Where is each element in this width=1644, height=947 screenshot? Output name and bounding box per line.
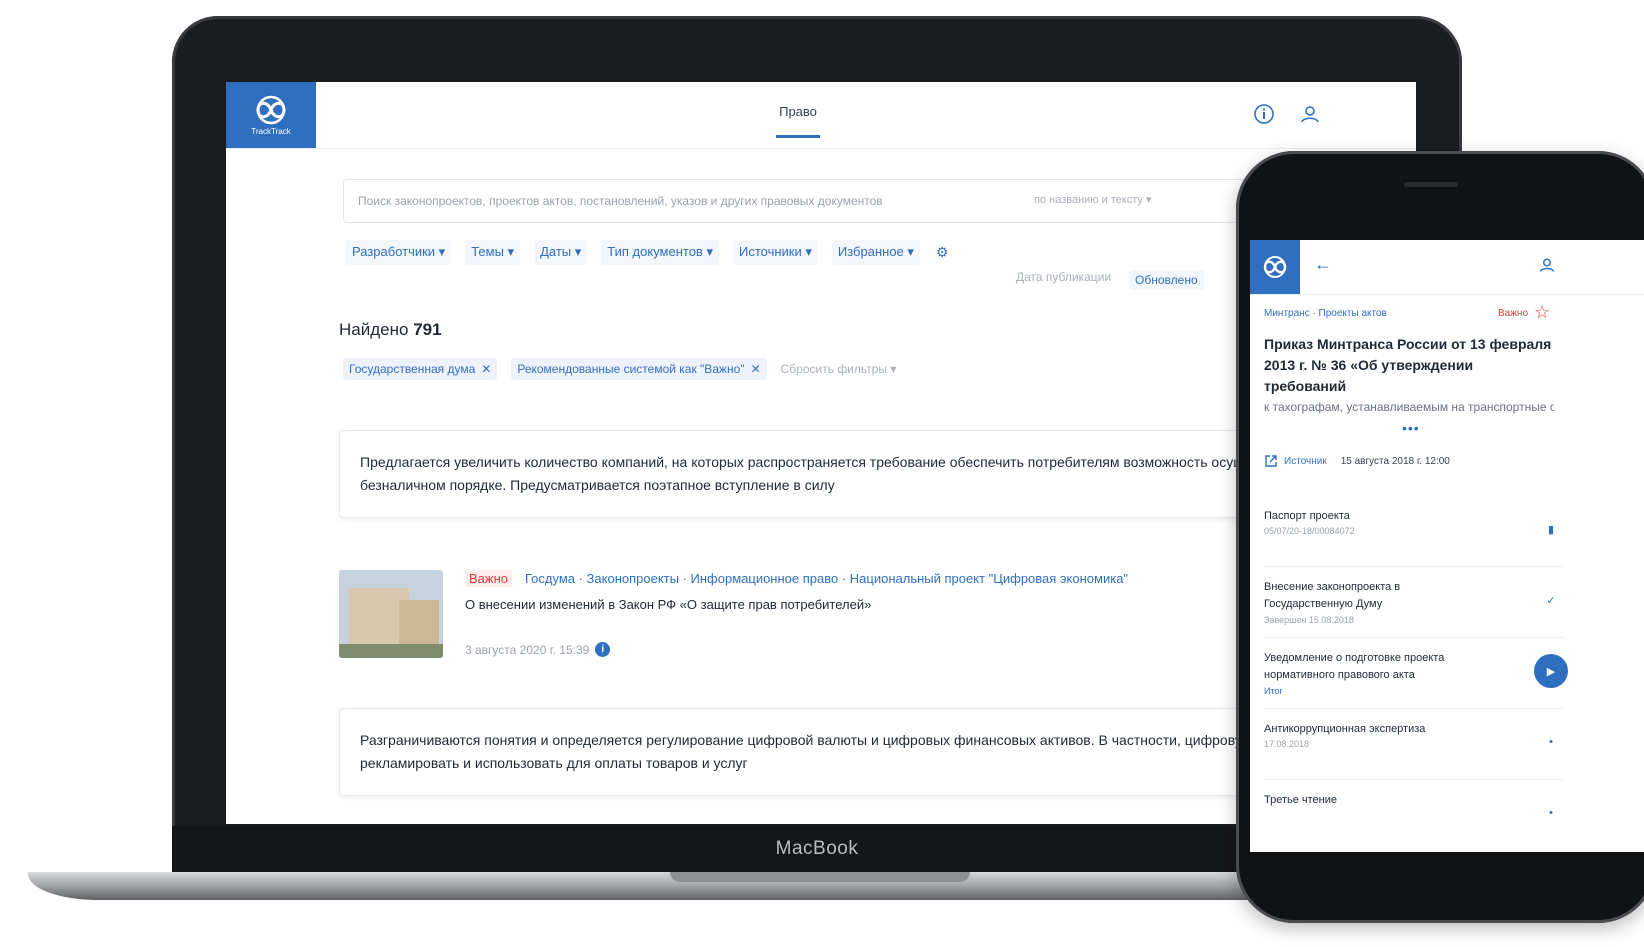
play-icon[interactable]: ▶ xyxy=(1534,654,1568,688)
item-date-row: 3 августа 2020 г. 15:39 i xyxy=(465,642,611,657)
mobile-breadcrumb[interactable]: Минтранс · Проекты актов xyxy=(1264,308,1387,319)
source-label: Источник xyxy=(1284,455,1327,467)
document-date: 15 августа 2018 г. 12:00 xyxy=(1340,455,1450,467)
document-subtitle: к тахографам, устанавливаемым на транспо… xyxy=(1264,400,1554,414)
filter-topics[interactable]: Темы ▾ xyxy=(465,240,521,265)
document-title: Приказ Минтранса России от 13 февраля 20… xyxy=(1264,336,1552,394)
pending-dot-icon: • xyxy=(1549,807,1553,819)
sort-label-date[interactable]: Дата публикации xyxy=(1016,270,1111,290)
mobile-app-screen: ← Минтранс · Проекты актов Важно ☆ Прика… xyxy=(1250,240,1644,852)
info-icon[interactable]: i xyxy=(595,642,611,657)
timeline-item-sub: 05/07/20-18/00084072 xyxy=(1264,526,1355,536)
reset-filters-button[interactable]: Сбросить фильтры ▾ xyxy=(781,362,897,376)
timeline-item[interactable]: Антикоррупционная экспертиза 17.08.2018 … xyxy=(1264,708,1564,779)
phone-speaker xyxy=(1404,182,1458,187)
close-icon[interactable]: ✕ xyxy=(751,362,761,376)
item-date: 3 августа 2020 г. 15:39 xyxy=(465,642,590,657)
item-breadcrumb[interactable]: Госдума · Законопроекты · Информационное… xyxy=(525,571,1128,586)
item-title[interactable]: О внесении изменений в Закон РФ «О защит… xyxy=(465,597,871,612)
filter-bar: Разработчики ▾ Темы ▾ Даты ▾ Тип докумен… xyxy=(346,240,950,265)
results-count: Найдено 791 xyxy=(339,320,442,340)
filter-tag-label: Рекомендованные системой как "Важно" xyxy=(517,362,745,376)
found-count: 791 xyxy=(413,320,442,339)
active-filter-tags: Государственная дума ✕ Рекомендованные си… xyxy=(343,358,896,380)
star-icon[interactable]: ☆ xyxy=(1534,302,1550,323)
filter-favorites[interactable]: Избранное ▾ xyxy=(831,240,920,265)
source-link[interactable]: Источник xyxy=(1264,454,1327,468)
infinity-logo-icon xyxy=(1263,256,1287,278)
back-arrow-icon[interactable]: ← xyxy=(1314,254,1332,275)
building-image xyxy=(339,570,443,658)
timeline-item[interactable]: Паспорт проекта 05/07/20-18/00084072 ▮ xyxy=(1264,496,1564,566)
timeline-item-sub: 17.08.2018 xyxy=(1264,739,1310,749)
sort-label-updated[interactable]: Обновлено xyxy=(1129,270,1204,290)
gear-icon[interactable]: ⚙ xyxy=(934,240,951,265)
infinity-logo-icon xyxy=(256,95,286,124)
item-thumbnail xyxy=(339,570,443,658)
timeline-item-link[interactable]: Итог xyxy=(1264,686,1283,696)
mobile-logo[interactable] xyxy=(1250,240,1300,294)
user-icon[interactable] xyxy=(1538,256,1556,279)
timeline-item[interactable]: Третье чтение • xyxy=(1264,779,1564,850)
timeline-item[interactable]: Внесение законопроекта в Государственную… xyxy=(1264,566,1564,637)
pending-dot-icon: • xyxy=(1549,736,1553,748)
timeline-item-title: Внесение законопроекта в Государственную… xyxy=(1264,581,1401,610)
important-badge: Важно xyxy=(465,570,513,587)
found-label: Найдено xyxy=(339,320,409,339)
laptop-notch xyxy=(670,872,970,882)
document-icon[interactable]: ▮ xyxy=(1538,516,1564,542)
user-icon[interactable] xyxy=(1298,102,1322,126)
filter-developers[interactable]: Разработчики ▾ xyxy=(346,240,452,265)
important-badge: Важно xyxy=(1498,308,1529,319)
info-icon[interactable] xyxy=(1252,102,1276,126)
filter-doc-type[interactable]: Тип документов ▾ xyxy=(601,240,719,265)
filter-tag[interactable]: Рекомендованные системой как "Важно" ✕ xyxy=(511,358,767,380)
timeline-item[interactable]: Уведомление о подготовке проекта нормати… xyxy=(1264,637,1568,708)
timeline-item-title: Уведомление о подготовке проекта нормати… xyxy=(1264,652,1445,681)
timeline-list: Паспорт проекта 05/07/20-18/00084072 ▮ В… xyxy=(1264,496,1568,850)
app-header: TrackTrack Право xyxy=(226,82,1416,149)
sort-row: Дата публикации Обновлено xyxy=(1016,270,1204,290)
search-input[interactable] xyxy=(356,180,1000,222)
check-icon: ✓ xyxy=(1546,594,1556,607)
filter-tag-label: Государственная дума xyxy=(349,362,476,376)
app-logo[interactable]: TrackTrack xyxy=(226,82,316,148)
document-meta: Источник 15 августа 2018 г. 12:00 xyxy=(1264,454,1450,468)
timeline-item-sub: Завершен 15.08.2018 xyxy=(1264,615,1354,625)
tab-law[interactable]: Право xyxy=(776,104,820,138)
expand-more-icon[interactable]: ••• xyxy=(1402,420,1420,436)
filter-dates[interactable]: Даты ▾ xyxy=(534,240,588,265)
timeline-item-title: Третье чтение xyxy=(1264,794,1338,806)
logo-text: TrackTrack xyxy=(251,126,291,136)
filter-sources[interactable]: Источники ▾ xyxy=(732,240,818,265)
external-link-icon xyxy=(1265,455,1277,467)
filter-tag[interactable]: Государственная дума ✕ xyxy=(343,358,498,380)
search-mode-select[interactable]: по названию и тексту ▾ xyxy=(1034,193,1152,206)
mobile-header: ← xyxy=(1250,240,1644,295)
timeline-item-title: Паспорт проекта xyxy=(1264,510,1350,522)
timeline-item-title: Антикоррупционная экспертиза xyxy=(1264,723,1426,735)
close-icon[interactable]: ✕ xyxy=(481,362,491,376)
